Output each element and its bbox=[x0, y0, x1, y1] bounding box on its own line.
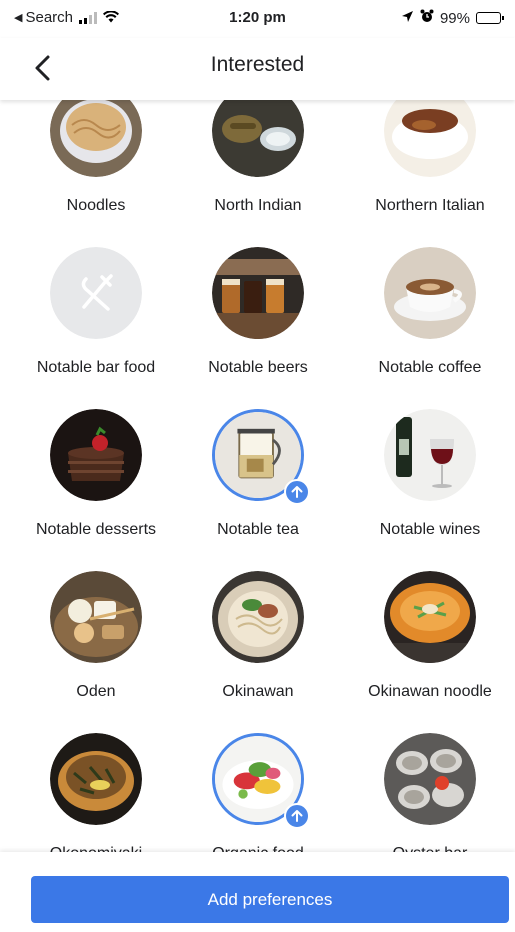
cuisine-label: Oyster bar bbox=[344, 845, 515, 852]
cuisine-item[interactable]: Notable wines bbox=[344, 409, 515, 539]
cuisine-image-wrap bbox=[384, 247, 476, 339]
battery-icon bbox=[476, 12, 504, 24]
oysters-photo bbox=[384, 733, 476, 825]
location-arrow-icon bbox=[401, 10, 414, 27]
cuisine-label: Notable desserts bbox=[35, 521, 157, 538]
cuisine-item[interactable]: Notable beers bbox=[172, 247, 344, 377]
beer-flight-photo bbox=[212, 247, 304, 339]
cuisine-item[interactable]: Organic food bbox=[172, 733, 344, 852]
cuisine-image-wrap bbox=[50, 733, 142, 825]
noodles-photo bbox=[50, 100, 142, 177]
cuisine-label: Noodles bbox=[66, 197, 126, 214]
cuisine-item[interactable]: Okinawan bbox=[172, 571, 344, 701]
cuisine-image-wrap bbox=[212, 247, 304, 339]
cuisine-item[interactable]: North Indian bbox=[172, 100, 344, 215]
cuisine-image-wrap bbox=[384, 100, 476, 177]
cuisine-image-wrap bbox=[212, 571, 304, 663]
cuisine-image-wrap bbox=[50, 409, 142, 501]
cuisine-label: Notable coffee bbox=[378, 359, 482, 376]
cuisine-image-wrap bbox=[212, 100, 304, 177]
cuisine-item[interactable]: Northern Italian bbox=[344, 100, 515, 215]
cuisine-label: Organic food bbox=[172, 845, 344, 852]
cuisine-label: Notable bar food bbox=[36, 359, 156, 376]
okinawan-ramen-photo bbox=[384, 571, 476, 663]
cuisine-grid-scroll[interactable]: Noodles North Indian Northern Italian Notab… bbox=[0, 100, 515, 852]
cuisine-item[interactable]: Notable tea bbox=[172, 409, 344, 539]
status-bar: ◀ Search 1:20 pm 99% bbox=[0, 0, 515, 38]
cuisine-image-wrap bbox=[384, 409, 476, 501]
north-indian-photo bbox=[212, 100, 304, 177]
cuisine-label: Okinawan bbox=[222, 683, 294, 700]
okinawan-noodle-bowl-photo bbox=[212, 571, 304, 663]
cuisine-image-wrap bbox=[50, 247, 142, 339]
okonomiyaki-photo bbox=[50, 733, 142, 825]
cuisine-label: North Indian bbox=[214, 197, 302, 214]
selected-arrow-up-icon bbox=[284, 803, 310, 829]
status-right: 99% bbox=[401, 9, 504, 27]
northern-italian-photo bbox=[384, 100, 476, 177]
cuisine-label: Notable beers bbox=[208, 359, 308, 376]
red-wine-photo bbox=[384, 409, 476, 501]
cuisine-item[interactable]: Noodles bbox=[10, 100, 182, 215]
cuisine-label: Okinawan noodle bbox=[368, 683, 492, 700]
chocolate-cake-photo bbox=[50, 409, 142, 501]
cuisine-label: Okonomiyaki bbox=[10, 845, 182, 852]
cuisine-label: Notable tea bbox=[217, 521, 299, 538]
cuisine-item[interactable]: Notable bar food bbox=[10, 247, 182, 377]
cuisine-label: Notable wines bbox=[379, 521, 481, 538]
selected-arrow-up-icon bbox=[284, 479, 310, 505]
cuisine-label: Oden bbox=[76, 683, 116, 700]
alarm-icon bbox=[420, 9, 434, 27]
cuisine-item[interactable]: Oyster bar bbox=[344, 733, 515, 852]
cuisine-item[interactable]: Notable desserts bbox=[10, 409, 182, 539]
cuisine-image-wrap bbox=[384, 733, 476, 825]
oden-photo bbox=[50, 571, 142, 663]
battery-percent: 99% bbox=[439, 9, 470, 27]
cuisine-item[interactable]: Notable coffee bbox=[344, 247, 515, 377]
cuisine-image-wrap bbox=[50, 571, 142, 663]
fork-knife-placeholder-icon bbox=[50, 247, 142, 339]
app-header: Interested bbox=[0, 38, 515, 100]
cuisine-image-wrap bbox=[384, 571, 476, 663]
cuisine-item[interactable]: Oden bbox=[10, 571, 182, 701]
page-title: Interested bbox=[210, 53, 305, 76]
bottom-bar: Add preferences bbox=[0, 852, 515, 932]
cuisine-image-wrap bbox=[212, 733, 310, 829]
coffee-cup-photo bbox=[384, 247, 476, 339]
cuisine-image-wrap bbox=[50, 100, 142, 177]
cuisine-image-wrap bbox=[212, 409, 310, 505]
cuisine-label: Northern Italian bbox=[375, 197, 485, 214]
cuisine-item[interactable]: Okinawan noodle bbox=[344, 571, 515, 701]
add-preferences-button[interactable]: Add preferences bbox=[31, 876, 509, 923]
cuisine-item[interactable]: Okonomiyaki bbox=[10, 733, 182, 852]
